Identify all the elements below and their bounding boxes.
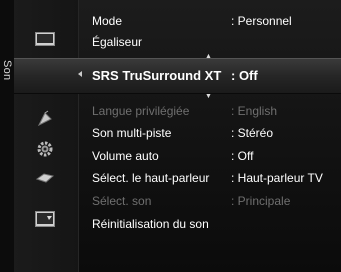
menu-item-speaker-select[interactable]: Sélect. le haut-parleur : Haut-parleur T… (92, 171, 341, 191)
menu-item-label: Réinitialisation du son (92, 217, 209, 231)
sound-menu-list: Mode : Personnel Égaliseur SRS TruSurrou… (92, 0, 341, 272)
application-icon[interactable] (32, 208, 58, 230)
menu-item-preferred-language: Langue privilégiée : English (92, 104, 341, 124)
menu-item-label: Sélect. le haut-parleur (92, 171, 210, 185)
category-tab: Son (0, 0, 15, 272)
menu-item-equalizer[interactable]: Égaliseur (92, 35, 341, 55)
picture-icon[interactable] (32, 28, 58, 50)
setup-icon[interactable] (32, 138, 58, 160)
menu-item-value: : Stéréo (231, 126, 274, 140)
input-icon[interactable] (32, 166, 58, 188)
menu-item-label: Égaliseur (92, 35, 143, 49)
menu-item-label: Mode (92, 14, 123, 28)
category-label: Son (1, 59, 13, 81)
menu-item-value: : Haut-parleur TV (231, 171, 323, 185)
menu-item-mode[interactable]: Mode : Personnel (92, 14, 341, 34)
menu-item-label: SRS TruSurround XT (92, 68, 222, 83)
menu-item-label: Volume auto (92, 149, 159, 163)
menu-item-label: Langue privilégiée (92, 104, 190, 118)
menu-icon-column (14, 0, 79, 272)
menu-item-value: : Off (231, 68, 258, 83)
menu-item-srs-trusurround[interactable]: SRS TruSurround XT : Off (92, 68, 341, 88)
selected-indicator-icon (78, 71, 82, 77)
menu-item-value: : Principale (231, 194, 291, 208)
menu-item-value: : Off (231, 149, 254, 163)
menu-item-multi-track-sound[interactable]: Son multi-piste : Stéréo (92, 126, 341, 146)
menu-item-value: : English (231, 104, 278, 118)
menu-item-label: Son multi-piste (92, 126, 172, 140)
menu-item-sound-select: Sélect. son : Principale (92, 194, 341, 214)
menu-item-auto-volume[interactable]: Volume auto : Off (92, 149, 341, 169)
menu-item-sound-reset[interactable]: Réinitialisation du son (92, 217, 341, 237)
menu-item-label: Sélect. son (92, 194, 152, 208)
sound-menu-screen: Son ▲ ▼ Mode: Personnel Égaliseur SRS T… (0, 0, 341, 272)
channel-icon[interactable] (32, 108, 58, 130)
menu-item-value: : Personnel (231, 14, 292, 28)
